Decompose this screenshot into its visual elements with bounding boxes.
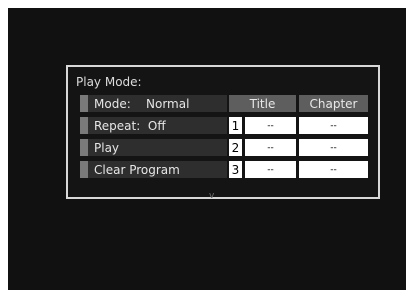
option-marker [80,161,88,178]
program-number: 2 [229,139,242,156]
mode-option[interactable]: Mode: Normal [80,95,227,112]
option-marker [80,95,88,112]
repeat-option[interactable]: Repeat: Off [80,117,227,134]
program-number: 3 [229,161,242,178]
program-title-cell[interactable]: -- [245,139,296,156]
mode-label: Mode: Normal [94,96,190,111]
program-chapter-cell[interactable]: -- [299,117,368,134]
program-number: 1 [229,117,242,134]
play-mode-panel: Play Mode: Mode: Normal Title Chapter Re… [66,65,380,199]
option-marker [80,139,88,156]
title-column-header: Title [229,95,296,112]
program-chapter-cell[interactable]: -- [299,161,368,178]
program-chapter-cell[interactable]: -- [299,139,368,156]
play-label: Play [94,140,120,155]
clear-program-label: Clear Program [94,162,180,177]
tv-screen: Play Mode: Mode: Normal Title Chapter Re… [8,8,406,290]
repeat-label: Repeat: Off [94,118,166,133]
program-title-cell[interactable]: -- [245,161,296,178]
panel-title: Play Mode: [76,75,142,89]
clear-program-option[interactable]: Clear Program [80,161,227,178]
program-title-cell[interactable]: -- [245,117,296,134]
option-marker [80,117,88,134]
scroll-down-indicator: v [209,191,215,201]
chapter-column-header: Chapter [299,95,368,112]
play-option[interactable]: Play [80,139,227,156]
